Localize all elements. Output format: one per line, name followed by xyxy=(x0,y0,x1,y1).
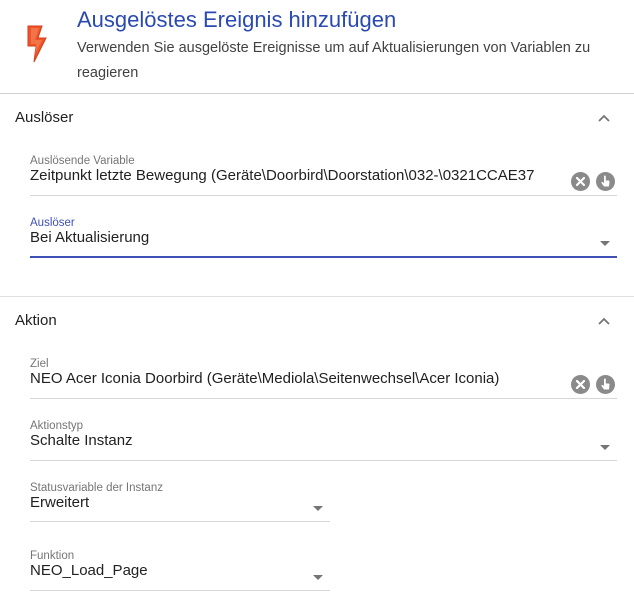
field-underline xyxy=(30,590,330,591)
section-title-trigger[interactable]: Auslöser xyxy=(15,109,73,126)
dialog-header: Ausgelöstes Ereignis hinzufügen Verwende… xyxy=(0,0,634,93)
function-label: Funktion xyxy=(30,550,75,562)
trigger-label: Auslöser xyxy=(30,217,75,229)
chevron-up-icon[interactable] xyxy=(596,313,612,329)
action-type-value: Schalte Instanz xyxy=(30,432,133,449)
section-title-action[interactable]: Aktion xyxy=(15,312,57,329)
close-icon xyxy=(575,176,586,187)
close-icon xyxy=(575,379,586,390)
page-subtitle: Verwenden Sie ausgelöste Ereignisse um a… xyxy=(77,40,591,81)
page-title: Ausgelöstes Ereignis hinzufügen xyxy=(77,7,397,32)
chevron-up-icon[interactable] xyxy=(596,110,612,126)
chevron-down-icon xyxy=(313,575,323,580)
pointer-hand-icon xyxy=(601,378,610,390)
function-value: NEO_Load_Page xyxy=(30,562,148,579)
field-underline-focused xyxy=(30,256,617,258)
lightning-bolt-icon xyxy=(27,25,47,63)
select-button[interactable] xyxy=(596,375,615,394)
action-type-label: Aktionstyp xyxy=(30,420,84,432)
trigger-select[interactable]: Auslöser Bei Aktualisierung xyxy=(30,217,617,259)
chevron-down-icon xyxy=(313,506,323,511)
status-variable-value: Erweitert xyxy=(30,494,90,511)
select-button[interactable] xyxy=(596,172,615,191)
status-variable-label: Statusvariable der Instanz xyxy=(30,482,163,494)
trigger-variable-field[interactable]: Auslösende Variable Zeitpunkt letzte Bew… xyxy=(30,155,617,197)
trigger-value: Bei Aktualisierung xyxy=(30,229,150,246)
trigger-variable-label: Auslösende Variable xyxy=(30,155,135,167)
target-field[interactable]: Ziel NEO Acer Iconia Doorbird (Geräte\Me… xyxy=(30,358,617,400)
chevron-down-icon xyxy=(600,445,610,450)
target-label: Ziel xyxy=(30,358,49,370)
action-type-select[interactable]: Aktionstyp Schalte Instanz xyxy=(30,420,617,462)
trigger-variable-value: Zeitpunkt letzte Bewegung (Geräte\Doorbi… xyxy=(30,167,535,184)
field-underline xyxy=(30,398,617,399)
status-variable-select[interactable]: Statusvariable der Instanz Erweitert xyxy=(30,482,330,524)
clear-button[interactable] xyxy=(571,375,590,394)
header-divider xyxy=(0,93,634,94)
section-divider xyxy=(0,296,634,297)
clear-button[interactable] xyxy=(571,172,590,191)
function-select[interactable]: Funktion NEO_Load_Page xyxy=(30,550,330,592)
field-underline xyxy=(30,521,330,522)
chevron-down-icon xyxy=(600,241,610,246)
pointer-hand-icon xyxy=(601,175,610,187)
target-value: NEO Acer Iconia Doorbird (Geräte\Mediola… xyxy=(30,370,500,387)
field-underline xyxy=(30,195,617,196)
field-underline xyxy=(30,460,617,461)
